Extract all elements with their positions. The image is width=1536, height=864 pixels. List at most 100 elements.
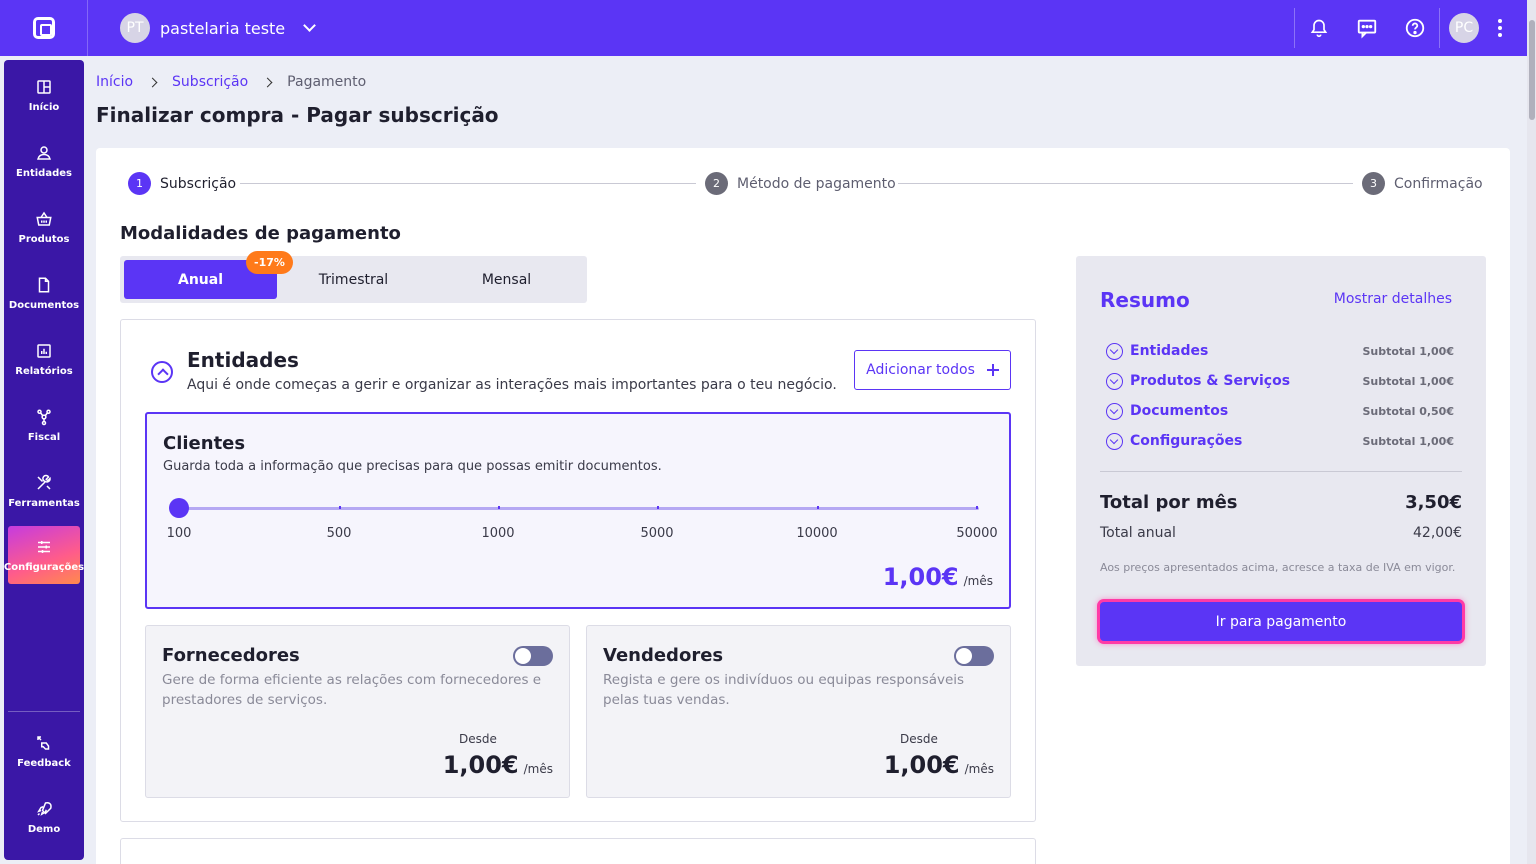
breadcrumb-subscription[interactable]: Subscrição xyxy=(172,74,248,90)
step-label: Método de pagamento xyxy=(737,175,896,192)
step-number: 3 xyxy=(1362,172,1385,195)
clients-slider-thumb[interactable] xyxy=(169,498,189,518)
feedback-icon xyxy=(37,735,50,750)
plus-icon xyxy=(986,364,999,376)
more-options-button[interactable] xyxy=(1488,0,1512,56)
sliders-icon xyxy=(38,540,50,553)
sellers-toggle[interactable] xyxy=(954,646,994,666)
slider-tick-label[interactable]: 10000 xyxy=(796,526,837,541)
price-value: 1,00€ xyxy=(883,751,960,779)
summary-row[interactable]: Produtos & Serviços Subtotal 1,00€ xyxy=(1106,371,1454,391)
tools-icon xyxy=(37,474,51,490)
person-icon xyxy=(37,145,51,160)
sidebar-item-label: Documentos xyxy=(8,299,80,311)
top-bar: PT pastelaria teste PC xyxy=(0,0,1536,56)
sidebar-item-fiscal[interactable]: Fiscal xyxy=(8,396,80,454)
slider-tick xyxy=(657,506,659,509)
sidebar-item-label: Ferramentas xyxy=(8,497,80,509)
step-label: Subscrição xyxy=(160,175,237,192)
app-logo[interactable] xyxy=(0,0,88,56)
summary-row-label: Documentos xyxy=(1130,403,1229,419)
price-period: /mês xyxy=(523,762,553,776)
document-icon xyxy=(38,277,50,292)
sellers-title: Vendedores xyxy=(603,645,724,666)
breadcrumb: Início Subscrição Pagamento xyxy=(96,74,366,90)
help-button[interactable] xyxy=(1391,0,1439,56)
clients-price: 1,00€ /mês xyxy=(883,563,993,591)
summary-row[interactable]: Entidades Subtotal 1,00€ xyxy=(1106,341,1454,361)
scrollbar-thumb[interactable] xyxy=(1529,20,1535,120)
sidebar-item-label: Demo xyxy=(27,823,61,835)
summary-title: Resumo xyxy=(1100,288,1190,312)
slider-tick-label[interactable]: 5000 xyxy=(640,526,673,541)
slider-tick xyxy=(339,506,341,509)
total-month-value: 3,50€ xyxy=(1405,492,1462,513)
slider-tick-label[interactable]: 1000 xyxy=(481,526,514,541)
suppliers-toggle[interactable] xyxy=(513,646,553,666)
summary-row-subtotal: Subtotal 1,00€ xyxy=(1362,374,1454,388)
summary-row-label: Produtos & Serviços xyxy=(1130,373,1291,389)
clients-title: Clientes xyxy=(163,433,246,454)
grid-icon xyxy=(37,79,51,94)
chat-icon xyxy=(1357,19,1377,39)
sidebar-item-relatorios[interactable]: Relatórios xyxy=(8,330,80,388)
summary-row[interactable]: Configurações Subtotal 1,00€ xyxy=(1106,431,1454,451)
sidebar-item-entidades[interactable]: Entidades xyxy=(8,132,80,190)
sidebar-item-inicio[interactable]: Início xyxy=(8,66,80,124)
step-label: Confirmação xyxy=(1394,175,1483,192)
step-subscription: 1 Subscrição xyxy=(128,172,236,195)
messages-button[interactable] xyxy=(1343,0,1391,56)
workspace-avatar: PT xyxy=(120,13,150,43)
tab-mensal[interactable]: Mensal xyxy=(430,260,583,299)
clients-description: Guarda toda a informação que precisas pa… xyxy=(163,459,662,474)
sidebar-item-produtos[interactable]: Produtos xyxy=(8,198,80,256)
price-value: 1,00€ xyxy=(882,563,959,591)
slider-tick-label[interactable]: 50000 xyxy=(956,526,997,541)
from-label: Desde xyxy=(900,732,938,746)
rocket-icon xyxy=(37,801,52,816)
workspace-switcher[interactable]: PT pastelaria teste xyxy=(120,13,317,43)
step-connector xyxy=(898,183,1353,184)
breadcrumb-home[interactable]: Início xyxy=(96,74,133,90)
add-all-button[interactable]: Adicionar todos xyxy=(854,350,1011,390)
collapse-toggle[interactable] xyxy=(151,361,173,383)
tab-trimestral[interactable]: Trimestral xyxy=(277,260,430,299)
tab-anual[interactable]: Anual -17% xyxy=(124,251,293,299)
go-to-payment-button[interactable]: Ir para pagamento xyxy=(1100,602,1462,641)
price-period: /mês xyxy=(964,762,994,776)
show-details-link[interactable]: Mostrar detalhes xyxy=(1334,291,1452,307)
summary-row-label: Entidades xyxy=(1130,343,1209,359)
slider-tick-label[interactable]: 500 xyxy=(327,526,352,541)
sidebar-item-configuracoes[interactable]: Configurações xyxy=(4,526,84,584)
summary-row[interactable]: Documentos Subtotal 0,50€ xyxy=(1106,401,1454,421)
slider-tick xyxy=(976,506,978,509)
step-payment-method: 2 Método de pagamento xyxy=(705,172,896,195)
step-connector xyxy=(240,183,696,184)
tab-label: Anual xyxy=(177,271,223,288)
sidebar-item-feedback[interactable]: Feedback xyxy=(8,722,80,780)
step-confirmation: 3 Confirmação xyxy=(1362,172,1483,195)
total-month-label: Total por mês xyxy=(1100,492,1238,513)
sidebar-item-demo[interactable]: Demo xyxy=(8,788,80,846)
summary-panel: Resumo Mostrar detalhes Entidades Subtot… xyxy=(1076,256,1486,666)
sellers-card: Vendedores Regista e gere os indivíduos … xyxy=(586,625,1011,798)
sidebar-item-ferramentas[interactable]: Ferramentas xyxy=(8,462,80,520)
logo-icon xyxy=(32,17,55,39)
sellers-description: Regista e gere os indivíduos ou equipas … xyxy=(603,672,965,708)
chevron-down-icon xyxy=(1106,402,1123,420)
sidebar-divider xyxy=(8,711,80,712)
entities-description: Aqui é onde começas a gerir e organizar … xyxy=(187,377,837,393)
price-period: /mês xyxy=(963,574,993,588)
summary-divider xyxy=(1100,471,1462,472)
user-avatar: PC xyxy=(1449,13,1479,43)
slider-tick-label[interactable]: 100 xyxy=(167,526,192,541)
stepper: 1 Subscrição 2 Método de pagamento 3 Con… xyxy=(128,172,1483,196)
slider-tick xyxy=(817,506,819,509)
top-actions: PC xyxy=(1294,0,1512,56)
sidebar-item-documentos[interactable]: Documentos xyxy=(8,264,80,322)
kebab-icon xyxy=(1488,19,1512,37)
page-scrollbar[interactable] xyxy=(1527,0,1536,864)
clients-slider-track[interactable] xyxy=(179,507,979,510)
notifications-button[interactable] xyxy=(1295,0,1343,56)
user-menu-button[interactable]: PC xyxy=(1440,0,1488,56)
